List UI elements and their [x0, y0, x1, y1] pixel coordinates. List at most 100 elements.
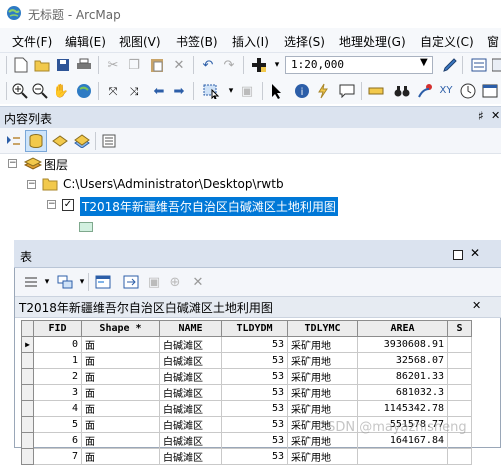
cell-area[interactable]: 86201.33 — [357, 368, 448, 385]
table-options-dropdown-icon[interactable]: ▾ — [38, 273, 56, 291]
cell-tldydm[interactable]: 53 — [221, 432, 288, 449]
cell-shape[interactable]: 面 — [81, 336, 160, 353]
add-data-icon[interactable] — [250, 56, 268, 74]
column-header-tldydm[interactable]: TLDYDM — [221, 320, 288, 337]
menu-customize[interactable]: 自定义(C) — [420, 33, 474, 50]
cell-s[interactable] — [447, 448, 472, 465]
fixed-zoom-in-icon[interactable]: ⤧ — [104, 82, 122, 100]
toc-pin-icon[interactable]: ♯ — [478, 109, 484, 123]
menu-selection[interactable]: 选择(S) — [284, 33, 325, 50]
pan-hand-icon[interactable]: ✋ — [52, 82, 70, 100]
cell-shape[interactable]: 面 — [81, 432, 160, 449]
paste-icon[interactable] — [148, 56, 166, 74]
select-features-icon[interactable] — [203, 82, 221, 100]
layer-symbol-patch[interactable] — [79, 222, 93, 232]
cell-s[interactable] — [447, 368, 472, 385]
table-row[interactable]: 2 面白碱滩区 53 采矿用地 86201.33 — [21, 368, 472, 385]
cell-tldydm[interactable]: 53 — [221, 416, 288, 433]
cell-fid[interactable]: 1 — [33, 352, 82, 369]
cell-shape[interactable]: 面 — [81, 400, 160, 417]
cell-fid[interactable]: 7 — [33, 448, 82, 465]
cell-shape[interactable]: 面 — [81, 352, 160, 369]
row-selector[interactable] — [21, 384, 34, 401]
cell-shape[interactable]: 面 — [81, 368, 160, 385]
hyperlink-lightning-icon[interactable] — [314, 82, 332, 100]
fixed-zoom-out-icon[interactable]: ⤨ — [125, 82, 143, 100]
menu-edit[interactable]: 编辑(E) — [65, 33, 106, 50]
cell-fid[interactable]: 3 — [33, 384, 82, 401]
list-by-selection-icon[interactable] — [73, 132, 91, 150]
cell-s[interactable] — [447, 336, 472, 353]
row-selector[interactable] — [21, 448, 34, 465]
toc-close-icon[interactable]: ✕ — [491, 109, 500, 122]
table-row[interactable]: 3 面白碱滩区 53 采矿用地 681032.3 — [21, 384, 472, 401]
html-popup-icon[interactable] — [338, 82, 356, 100]
cell-name[interactable]: 白碱滩区 — [159, 448, 222, 465]
collapse-layer-toggle[interactable]: − — [47, 200, 56, 209]
print-icon[interactable] — [75, 56, 93, 74]
cell-tdlymc[interactable]: 采矿用地 — [287, 448, 358, 465]
find-route-icon[interactable] — [416, 82, 434, 100]
layer-visibility-checkbox[interactable]: ✓ — [62, 199, 74, 211]
select-by-attributes-icon[interactable] — [94, 273, 112, 291]
list-by-visibility-icon[interactable] — [51, 132, 69, 150]
workspace-folder-path[interactable]: C:\Users\Administrator\Desktop\rwtb — [63, 177, 284, 191]
cell-s[interactable] — [447, 384, 472, 401]
table-close-icon[interactable]: ✕ — [470, 246, 480, 260]
layers-root-label[interactable]: 图层 — [44, 156, 68, 173]
cell-name[interactable]: 白碱滩区 — [159, 384, 222, 401]
row-selector[interactable] — [21, 400, 34, 417]
catalog-icon[interactable] — [489, 56, 501, 74]
cell-name[interactable]: 白碱滩区 — [159, 368, 222, 385]
cell-name[interactable]: 白碱滩区 — [159, 352, 222, 369]
menu-file[interactable]: 文件(F) — [12, 33, 52, 50]
row-selector-header[interactable] — [21, 320, 34, 337]
menu-bookmarks[interactable]: 书签(B) — [176, 33, 218, 50]
menu-view[interactable]: 视图(V) — [119, 33, 161, 50]
cell-tdlymc[interactable]: 采矿用地 — [287, 368, 358, 385]
editor-toolbar-icon[interactable] — [441, 56, 459, 74]
clear-selection-table-icon[interactable]: ▣ — [145, 273, 163, 291]
column-header-area[interactable]: AREA — [357, 320, 448, 337]
cell-tldydm[interactable]: 53 — [221, 384, 288, 401]
cell-tdlymc[interactable]: 采矿用地 — [287, 400, 358, 417]
table-row[interactable]: ▶ 0 面白碱滩区 53 采矿用地 3930608.91 — [21, 336, 472, 353]
row-selector[interactable] — [21, 368, 34, 385]
back-arrow-icon[interactable]: ⬅ — [150, 82, 168, 100]
cell-area[interactable]: 3930608.91 — [357, 336, 448, 353]
cell-tldydm[interactable]: 53 — [221, 368, 288, 385]
cell-fid[interactable]: 2 — [33, 368, 82, 385]
zoom-out-icon[interactable] — [31, 82, 49, 100]
identify-icon[interactable]: i — [293, 82, 311, 100]
menu-geoprocessing[interactable]: 地理处理(G) — [339, 33, 406, 50]
cell-area[interactable]: 1145342.78 — [357, 400, 448, 417]
cell-tdlymc[interactable]: 采矿用地 — [287, 384, 358, 401]
time-slider-icon[interactable] — [459, 82, 477, 100]
layer-name-selected[interactable]: T2018年新疆维吾尔自治区白碱滩区土地利用图 — [80, 197, 338, 216]
save-icon[interactable] — [54, 56, 72, 74]
cell-fid[interactable]: 5 — [33, 416, 82, 433]
column-header-shape[interactable]: Shape * — [81, 320, 160, 337]
open-folder-icon[interactable] — [33, 56, 51, 74]
toc-options-icon[interactable] — [100, 132, 118, 150]
table-window-titlebar[interactable] — [14, 240, 501, 268]
cell-area[interactable]: 32568.07 — [357, 352, 448, 369]
cell-name[interactable]: 白碱滩区 — [159, 336, 222, 353]
cell-tdlymc[interactable]: 采矿用地 — [287, 352, 358, 369]
table-of-contents-icon[interactable] — [470, 56, 488, 74]
zoom-to-selected-icon[interactable]: ⊕ — [166, 273, 184, 291]
new-document-icon[interactable] — [12, 56, 30, 74]
column-header-s[interactable]: S — [447, 320, 472, 337]
redo-icon[interactable]: ↷ — [220, 56, 238, 74]
table-row[interactable]: 1 面白碱滩区 53 采矿用地 32568.07 — [21, 352, 472, 369]
cell-tdlymc[interactable]: 采矿用地 — [287, 336, 358, 353]
full-extent-globe-icon[interactable] — [75, 82, 93, 100]
table-row[interactable]: 4 面白碱滩区 53 采矿用地 1145342.78 — [21, 400, 472, 417]
switch-selection-icon[interactable] — [122, 273, 140, 291]
cell-tldydm[interactable]: 53 — [221, 400, 288, 417]
column-header-tdlymc[interactable]: TDLYMC — [287, 320, 358, 337]
row-selector[interactable] — [21, 416, 34, 433]
undo-icon[interactable]: ↶ — [199, 56, 217, 74]
cell-shape[interactable]: 面 — [81, 448, 160, 465]
cell-area[interactable]: 681032.3 — [357, 384, 448, 401]
